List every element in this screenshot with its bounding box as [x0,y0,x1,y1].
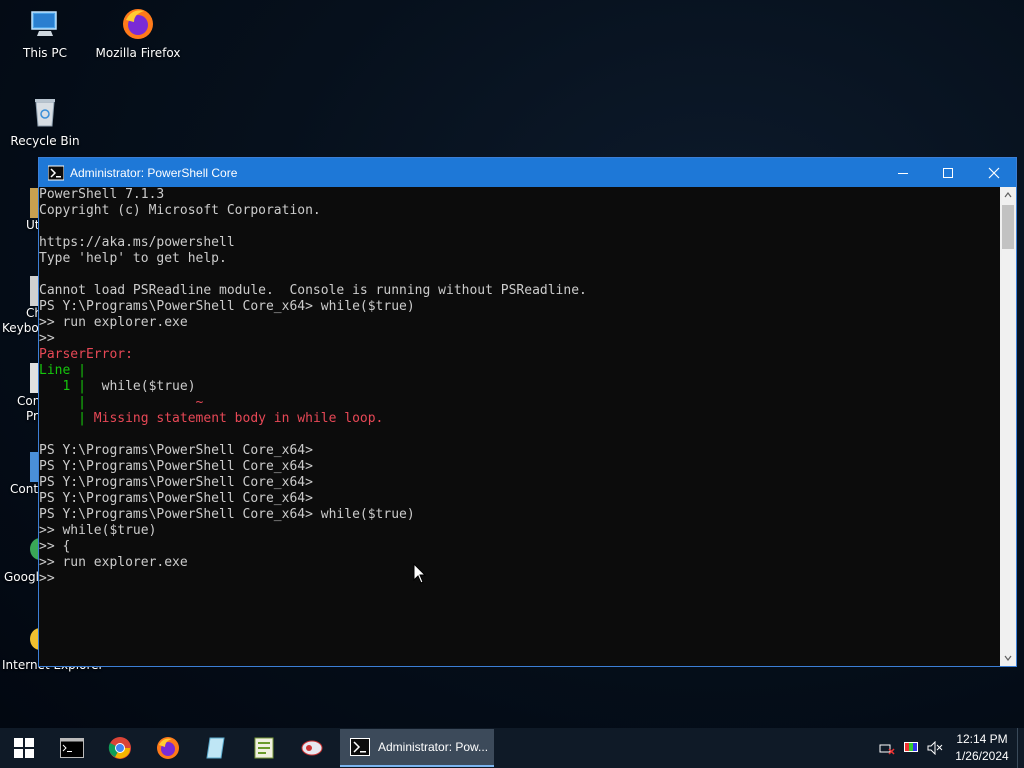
notepad-icon [206,737,225,759]
console-line: 1 | while($true) [39,379,196,394]
console-line: | ~ [39,395,204,410]
taskbar-notepad[interactable] [192,728,240,768]
console-line: PS Y:\Programs\PowerShell Core_x64> [39,491,313,506]
desktop-icon-this-pc[interactable]: This PC [0,6,90,60]
firefox-icon [157,737,179,759]
console-line: PS Y:\Programs\PowerShell Core_x64> whil… [39,299,415,314]
console-line: PS Y:\Programs\PowerShell Core_x64> [39,475,313,490]
clock-time: 12:14 PM [956,732,1008,746]
console-line: >> { [39,539,71,554]
console-line: >> run explorer.exe [39,315,188,330]
minimize-icon [898,172,908,174]
taskbar-app-label: Administrator: Pow... [378,740,489,754]
console-line: Cannot load PSReadline module. Console i… [39,283,587,298]
maximize-button[interactable] [925,158,971,187]
desktop-icon-label: Mozilla Firefox [95,46,181,60]
command-prompt-icon [60,738,84,758]
powershell-window[interactable]: Administrator: PowerShell Core PowerShel… [38,157,1017,667]
desktop-icon-firefox[interactable]: Mozilla Firefox [93,6,183,60]
firefox-icon [120,6,156,42]
volume-muted-icon[interactable] [923,728,947,768]
taskbar-editor[interactable] [240,728,288,768]
window-title: Administrator: PowerShell Core [70,165,238,180]
desktop-icon-label: This PC [23,46,67,60]
chevron-down-icon [1004,655,1012,661]
scroll-down-arrow[interactable] [1000,650,1016,666]
taskbar-chrome[interactable] [96,728,144,768]
console-line: >> run explorer.exe [39,555,188,570]
vertical-scrollbar[interactable] [1000,187,1016,666]
mouse-cursor-icon [413,563,427,584]
chrome-icon [108,737,131,759]
console-line: Line | [39,363,86,378]
text-editor-icon [254,737,274,759]
taskbar: Administrator: Pow... 12:14 PM 1/26/2024 [0,728,1024,768]
scroll-up-arrow[interactable] [1000,187,1016,203]
console-output[interactable]: PowerShell 7.1.3 Copyright (c) Microsoft … [39,187,1000,666]
tool-app-icon [301,740,323,756]
show-desktop-button[interactable] [1017,728,1024,768]
clock-date: 1/26/2024 [955,749,1009,763]
desktop-icon-recycle-bin[interactable]: Recycle Bin [0,94,90,148]
computer-icon [27,6,63,42]
console-line: >> [39,571,55,586]
console-line: PS Y:\Programs\PowerShell Core_x64> [39,459,313,474]
console-line: PS Y:\Programs\PowerShell Core_x64> whil… [39,507,415,522]
desktop-icon-label: Googl [4,570,39,584]
console-line: Type 'help' to get help. [39,251,227,266]
taskbar-firefox[interactable] [144,728,192,768]
network-icon[interactable] [875,728,899,768]
close-button[interactable] [971,158,1017,187]
powershell-icon [350,738,370,756]
display-icon[interactable] [899,728,923,768]
console-line: >> [39,331,55,346]
windows-logo-icon [14,738,34,758]
maximize-icon [943,167,953,178]
console-line: ParserError: [39,347,133,362]
recycle-bin-icon [27,94,63,130]
clock[interactable]: 12:14 PM 1/26/2024 [947,731,1017,765]
taskbar-cmd[interactable] [48,728,96,768]
chevron-up-icon [1004,192,1012,198]
console-line: | Missing statement body in while loop. [39,411,384,426]
console-line: PowerShell 7.1.3 [39,187,165,202]
taskbar-powershell-active[interactable]: Administrator: Pow... [340,729,494,767]
taskbar-tool[interactable] [288,728,336,768]
window-titlebar[interactable]: Administrator: PowerShell Core [39,158,1016,187]
console-line: >> while($true) [39,523,157,538]
desktop-icon-label: Pr [26,409,38,423]
desktop-icon-label: Recycle Bin [10,134,80,148]
scrollbar-thumb[interactable] [1002,205,1014,249]
minimize-button[interactable] [880,158,926,187]
system-tray: 12:14 PM 1/26/2024 [875,728,1024,768]
start-button[interactable] [0,728,48,768]
console-line: PS Y:\Programs\PowerShell Core_x64> [39,443,313,458]
desktop-icon-label: Con [17,394,41,408]
console-line: Copyright (c) Microsoft Corporation. [39,203,321,218]
powershell-icon [47,165,65,181]
console-line: https://aka.ms/powershell [39,235,235,250]
close-icon [988,167,1000,178]
